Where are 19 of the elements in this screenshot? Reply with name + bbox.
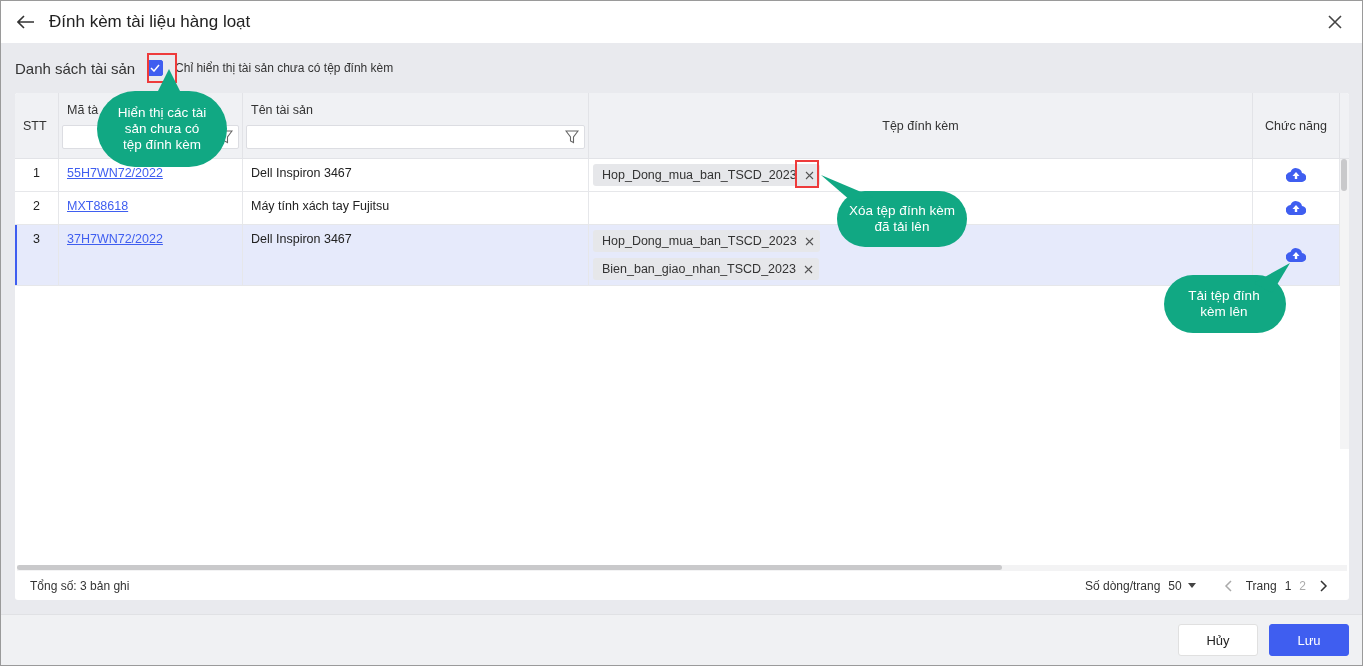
- file-name: Hop_Dong_mua_ban_TSCD_2023: [602, 234, 797, 248]
- column-header: Tệp đính kèm: [882, 118, 959, 133]
- column-header: STT: [23, 118, 47, 133]
- column-header: Mã tà: [66, 102, 99, 117]
- row-number: 1: [33, 166, 40, 182]
- row-number: 3: [33, 232, 40, 248]
- asset-name: Máy tính xách tay Fujitsu: [251, 199, 390, 215]
- file-name: Bien_ban_giao_nhan_TSCD_2023: [602, 262, 796, 276]
- window-title: Đính kèm tài liệu hàng loạt: [49, 12, 251, 32]
- file-name: Hop_Dong_mua_ban_TSCD_2023: [602, 168, 797, 182]
- column-header: Tên tài sản: [250, 102, 313, 117]
- row-number: 2: [33, 199, 40, 215]
- page-size-label: Số dòng/trang: [1084, 578, 1161, 593]
- asset-name: Dell Inspiron 3467: [251, 166, 352, 182]
- page-label: Trang: [1245, 578, 1277, 593]
- section-title: Danh sách tài sản: [15, 59, 136, 77]
- record-count: Tổng số: 3 bản ghi: [30, 578, 130, 593]
- asset-name: Dell Inspiron 3467: [251, 232, 352, 248]
- column-header: Chức năng: [1265, 118, 1327, 133]
